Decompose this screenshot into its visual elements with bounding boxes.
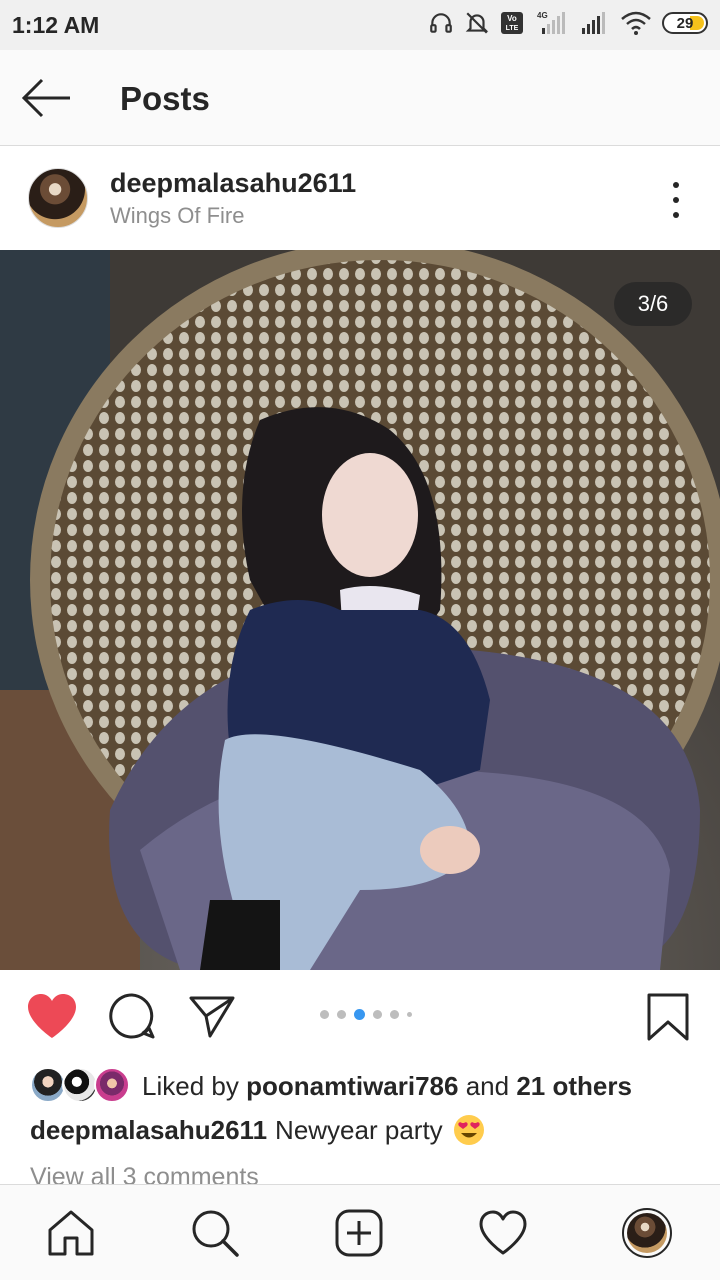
action-bar xyxy=(0,970,720,1062)
liker-avatars xyxy=(30,1067,130,1105)
carousel-indicator xyxy=(320,1009,412,1020)
like-button[interactable] xyxy=(26,992,78,1045)
status-time: 1:12 AM xyxy=(12,11,100,38)
heart-filled-icon xyxy=(28,994,76,1038)
status-icons: Vo LTE 4G 29 xyxy=(428,10,708,36)
share-button[interactable] xyxy=(188,992,236,1045)
nav-profile[interactable] xyxy=(622,1207,672,1259)
liker-avatar xyxy=(30,1067,66,1103)
status-bar: 1:12 AM Vo LTE 4G 29 xyxy=(0,0,720,50)
post-photo xyxy=(0,250,720,970)
post-header: deepmalasahu2611 Wings Of Fire xyxy=(0,148,720,250)
image-counter: 3/6 xyxy=(614,282,692,326)
comment-icon xyxy=(109,993,155,1039)
svg-text:LTE: LTE xyxy=(506,25,519,32)
back-button[interactable] xyxy=(20,76,76,120)
headphones-icon xyxy=(428,10,454,36)
bookmark-icon xyxy=(647,993,689,1041)
comment-button[interactable] xyxy=(108,992,156,1045)
home-icon xyxy=(48,1210,94,1256)
share-icon xyxy=(189,996,235,1038)
likes-others[interactable]: 21 others xyxy=(516,1071,632,1101)
svg-text:4G: 4G xyxy=(537,11,548,20)
post-caption: deepmalasahu2611 Newyear party xyxy=(30,1114,485,1146)
carousel-dot xyxy=(320,1010,329,1019)
battery-icon: 29 xyxy=(662,12,708,34)
profile-avatar xyxy=(622,1208,672,1258)
nav-home[interactable] xyxy=(46,1207,96,1259)
carousel-dot xyxy=(390,1010,399,1019)
heart-outline-icon xyxy=(479,1210,527,1255)
more-options-button[interactable] xyxy=(666,180,686,220)
liker-username[interactable]: poonamtiwari786 xyxy=(246,1071,458,1101)
nav-search[interactable] xyxy=(190,1207,240,1259)
volte-icon: Vo LTE xyxy=(500,11,524,35)
likes-row[interactable]: Liked by poonamtiwari786 and 21 others xyxy=(30,1066,632,1106)
mute-icon xyxy=(464,10,490,36)
post-image[interactable]: 3/6 xyxy=(0,250,720,970)
wifi-icon xyxy=(620,10,652,36)
save-button[interactable] xyxy=(646,992,690,1047)
add-post-icon xyxy=(335,1209,383,1257)
caption-username[interactable]: deepmalasahu2611 xyxy=(30,1115,267,1146)
more-dots-icon xyxy=(673,182,679,188)
post-location[interactable]: Wings Of Fire xyxy=(110,203,244,229)
liker-avatar xyxy=(62,1067,98,1103)
avatar[interactable] xyxy=(28,168,88,228)
nav-activity[interactable] xyxy=(478,1207,528,1259)
bottom-nav xyxy=(0,1184,720,1280)
carousel-dot-active xyxy=(354,1009,365,1020)
signal-icon: 4G xyxy=(534,10,570,36)
heart-eyes-emoji-icon xyxy=(453,1115,484,1145)
view-comments-link[interactable]: View all 3 comments xyxy=(30,1160,259,1184)
likes-summary: Liked by poonamtiwari786 and 21 others xyxy=(142,1070,632,1101)
battery-level: 29 xyxy=(676,14,694,32)
search-icon xyxy=(192,1210,239,1257)
liker-avatar xyxy=(94,1067,130,1103)
app-header: Posts xyxy=(0,50,720,146)
signal-icon xyxy=(580,10,610,36)
nav-add-post[interactable] xyxy=(334,1207,384,1259)
carousel-dot xyxy=(407,1012,412,1017)
carousel-dot xyxy=(337,1010,346,1019)
page-title: Posts xyxy=(120,80,210,117)
post-username[interactable]: deepmalasahu2611 xyxy=(110,168,356,199)
carousel-dot xyxy=(373,1010,382,1019)
caption-text: Newyear party xyxy=(275,1114,443,1145)
arrow-left-icon xyxy=(21,78,70,118)
svg-text:Vo: Vo xyxy=(507,14,517,23)
